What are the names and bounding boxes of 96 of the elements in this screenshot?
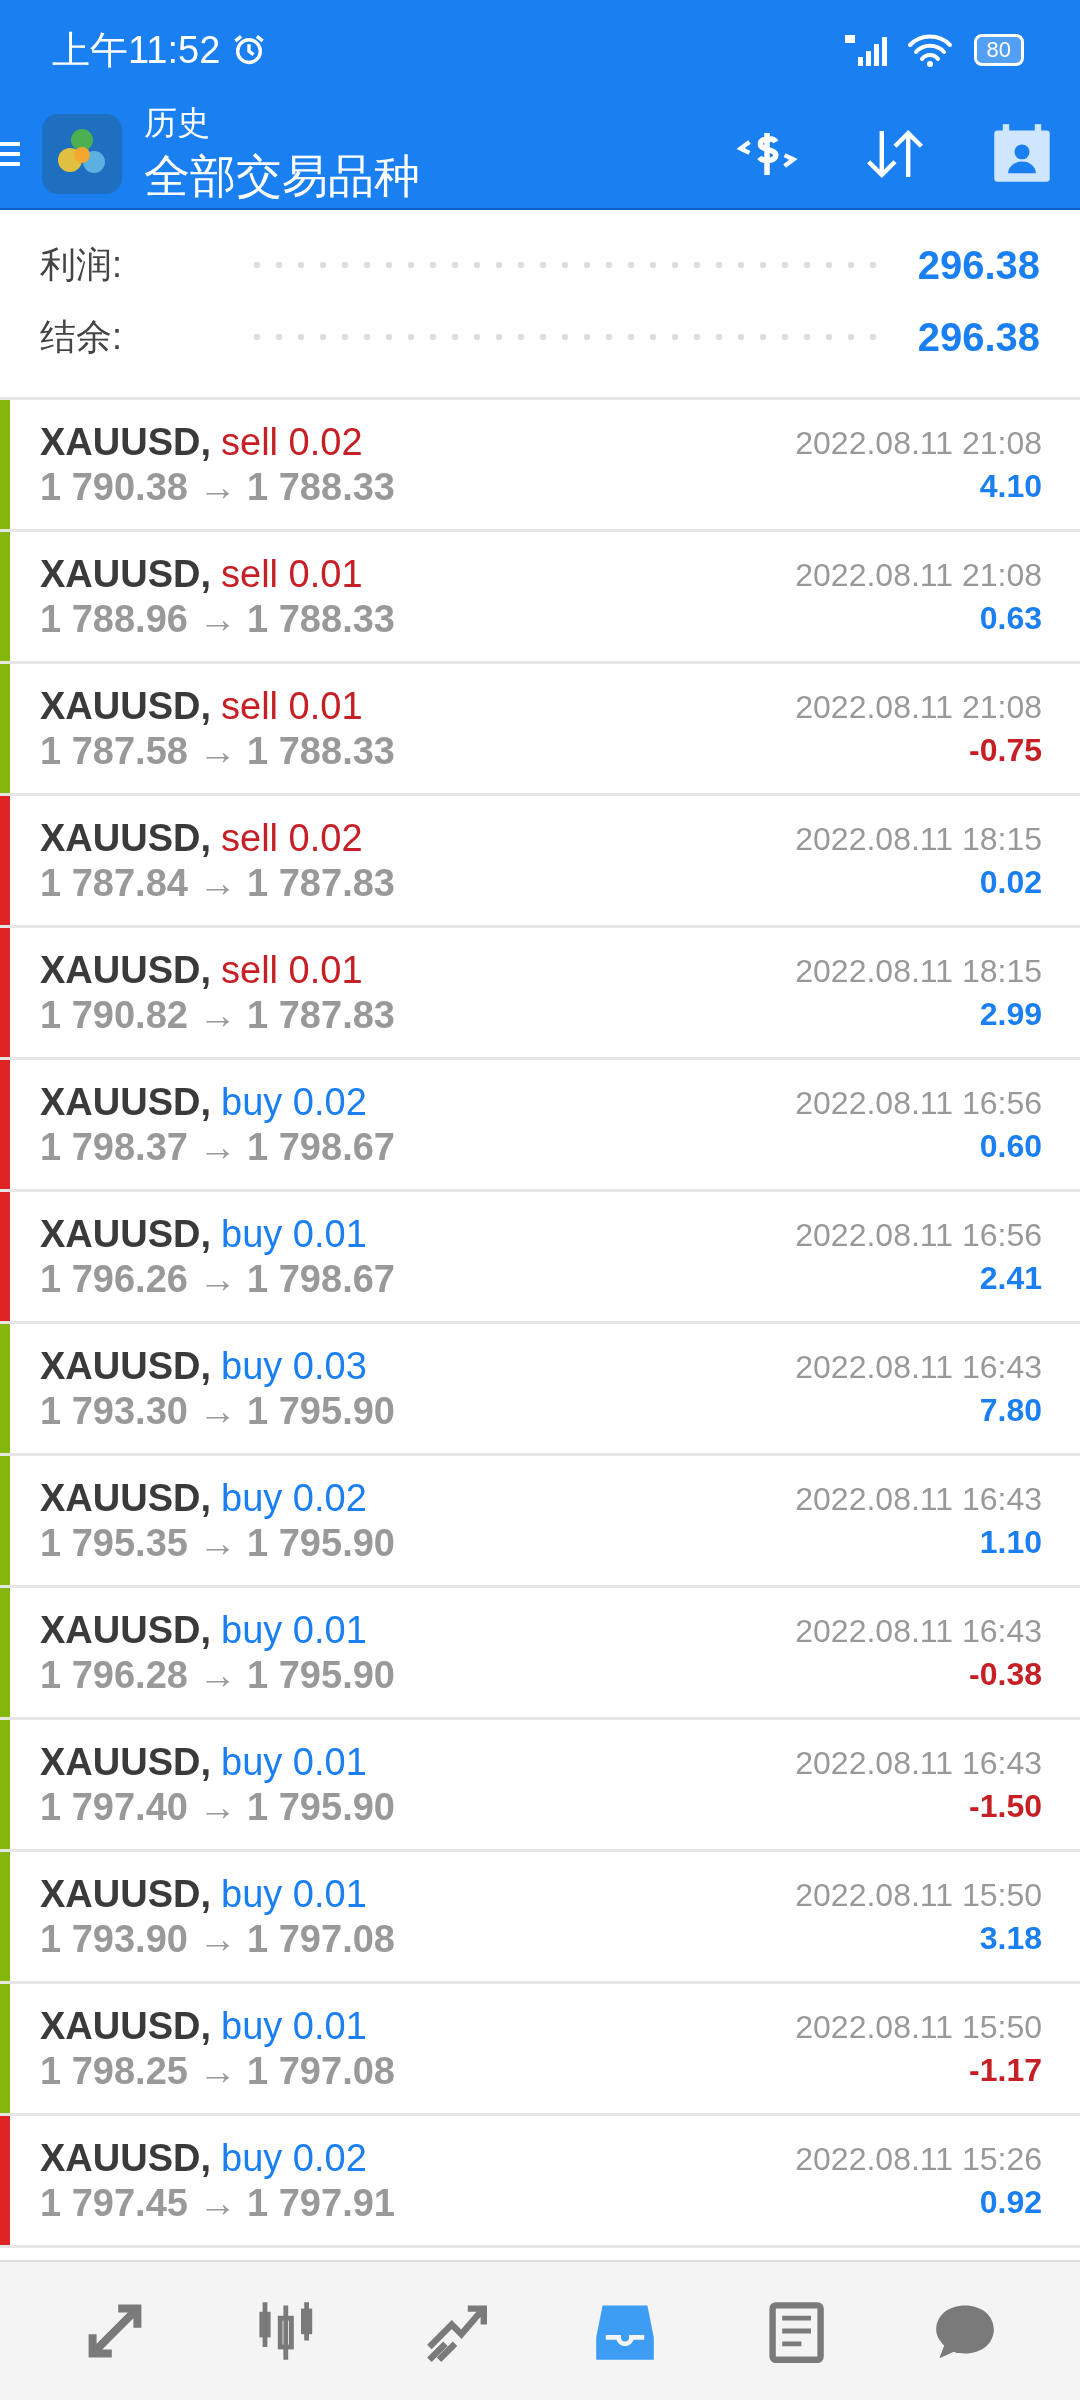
symbol-text: XAUUSD, xyxy=(40,2004,212,2048)
order-text: buy 0.01 xyxy=(221,2004,367,2048)
price-text: 1 797.45 → 1 797.91 xyxy=(40,2181,396,2225)
deal-time: 2022.08.11 21:08 xyxy=(795,424,1042,462)
order-text: buy 0.01 xyxy=(221,1608,367,1652)
order-text: sell 0.01 xyxy=(221,684,363,728)
deal-row[interactable]: XAUUSD, sell 0.02 1 790.38 → 1 788.33 2022.08.11 21:08 4.10 xyxy=(0,400,1080,532)
order-text: buy 0.01 xyxy=(221,1872,367,1916)
deal-time: 2022.08.11 16:43 xyxy=(795,1480,1042,1518)
app-logo-icon xyxy=(42,114,122,194)
deal-row[interactable]: XAUUSD, buy 0.01 1 798.25 → 1 797.08 2022.08.11 15:50 -1.17 xyxy=(0,1984,1080,2116)
symbol-text: XAUUSD, xyxy=(40,420,212,464)
summary-label: 利润: xyxy=(40,242,123,287)
profit-value: 0.63 xyxy=(979,599,1042,637)
price-text: 1 798.37 → 1 798.67 xyxy=(40,1125,396,1169)
deal-time: 2022.08.11 21:08 xyxy=(795,556,1042,594)
price-text: 1 793.30 → 1 795.90 xyxy=(40,1389,396,1433)
symbol-text: XAUUSD, xyxy=(40,2136,212,2180)
profit-value: 1.10 xyxy=(979,1523,1042,1561)
deal-row[interactable]: XAUUSD, buy 0.01 1 793.90 → 1 797.08 2022.08.11 15:50 3.18 xyxy=(0,1852,1080,1984)
profit-value: 0.92 xyxy=(979,2183,1042,2221)
summary-label: 结余: xyxy=(40,314,123,359)
profit-value: 0.60 xyxy=(979,1127,1042,1165)
deal-time: 2022.08.11 16:43 xyxy=(795,1348,1042,1386)
profit-value: 3.18 xyxy=(979,1919,1042,1957)
price-text: 1 797.40 → 1 795.90 xyxy=(40,1785,396,1829)
deal-row[interactable]: XAUUSD, buy 0.01 1 796.26 → 1 798.67 2022.08.11 16:56 2.41 xyxy=(0,1192,1080,1324)
price-text: 1 788.96 → 1 788.33 xyxy=(40,597,396,641)
deal-row[interactable]: XAUUSD, buy 0.02 1 795.35 → 1 795.90 2022.08.11 16:43 1.10 xyxy=(0,1456,1080,1588)
deal-row[interactable]: XAUUSD, buy 0.02 1 798.37 → 1 798.67 2022.08.11 16:56 0.60 xyxy=(0,1060,1080,1192)
symbol-text: XAUUSD, xyxy=(40,1608,212,1652)
menu-icon[interactable] xyxy=(0,139,20,169)
deal-time: 2022.08.11 18:15 xyxy=(795,952,1042,990)
symbol-text: XAUUSD, xyxy=(40,684,212,728)
order-text: buy 0.01 xyxy=(221,1740,367,1784)
symbol-text: XAUUSD, xyxy=(40,1872,212,1916)
deal-row[interactable]: XAUUSD, sell 0.02 1 787.84 → 1 787.83 2022.08.11 18:15 0.02 xyxy=(0,796,1080,928)
deal-time: 2022.08.11 15:50 xyxy=(795,2008,1042,2046)
order-text: buy 0.02 xyxy=(221,1476,367,1520)
price-text: 1 790.82 → 1 787.83 xyxy=(40,993,396,1037)
order-text: sell 0.02 xyxy=(221,420,363,464)
summary-value: 296.38 xyxy=(917,314,1040,360)
profit-value: 2.41 xyxy=(979,1259,1042,1297)
deal-time: 2022.08.11 16:56 xyxy=(795,1216,1042,1254)
price-text: 1 795.35 → 1 795.90 xyxy=(40,1521,396,1565)
status-time: 上午11:52 xyxy=(52,27,221,73)
price-text: 1 793.90 → 1 797.08 xyxy=(40,1917,396,1961)
deal-time: 2022.08.11 15:26 xyxy=(795,2140,1042,2178)
symbol-text: XAUUSD, xyxy=(40,1740,212,1784)
symbol-text: XAUUSD, xyxy=(40,1344,212,1388)
price-text: 1 790.38 → 1 788.33 xyxy=(40,465,396,509)
price-text: 1 798.25 → 1 797.08 xyxy=(40,2049,396,2093)
symbol-text: XAUUSD, xyxy=(40,948,212,992)
deal-time: 2022.08.11 16:43 xyxy=(795,1612,1042,1650)
order-text: buy 0.01 xyxy=(221,1212,367,1256)
symbol-text: XAUUSD, xyxy=(40,1080,212,1124)
order-text: buy 0.02 xyxy=(221,2136,367,2180)
profit-value: 7.80 xyxy=(979,1391,1042,1429)
price-text: 1 796.26 → 1 798.67 xyxy=(40,1257,396,1301)
deal-time: 2022.08.11 16:56 xyxy=(795,1084,1042,1122)
alarm-clock-icon xyxy=(232,33,267,67)
order-text: sell 0.01 xyxy=(221,948,363,992)
screen-title: 历史 xyxy=(144,102,211,143)
price-text: 1 787.84 → 1 787.83 xyxy=(40,861,396,905)
symbol-filter[interactable]: 全部交易品种 xyxy=(144,145,672,208)
order-text: sell 0.02 xyxy=(221,816,363,860)
deal-row[interactable]: XAUUSD, buy 0.01 1 796.28 → 1 795.90 2022.08.11 16:43 -0.38 xyxy=(0,1588,1080,1720)
deal-row[interactable]: XAUUSD, sell 0.01 1 787.58 → 1 788.33 2022.08.11 21:08 -0.75 xyxy=(0,664,1080,796)
deal-row[interactable]: XAUUSD, sell 0.01 1 790.82 → 1 787.83 2022.08.11 18:15 2.99 xyxy=(0,928,1080,1060)
deal-row[interactable]: XAUUSD, buy 0.01 1 797.40 → 1 795.90 2022.08.11 16:43 -1.50 xyxy=(0,1720,1080,1852)
profit-value: -0.75 xyxy=(969,731,1042,769)
deal-row[interactable]: XAUUSD, buy 0.03 1 793.30 → 1 795.90 2022.08.11 16:43 7.80 xyxy=(0,1324,1080,1456)
profit-value: -0.38 xyxy=(969,1655,1042,1693)
profit-value: 4.10 xyxy=(979,467,1042,505)
price-text: 1 787.58 → 1 788.33 xyxy=(40,729,396,773)
order-text: buy 0.02 xyxy=(221,1080,367,1124)
deal-time: 2022.08.11 16:43 xyxy=(795,1744,1042,1782)
summary-value: 296.38 xyxy=(917,242,1040,288)
profit-value: -1.17 xyxy=(969,2051,1042,2089)
battery-icon: 80 xyxy=(973,34,1024,66)
deal-time: 2022.08.11 15:50 xyxy=(795,1876,1042,1914)
deal-row[interactable]: XAUUSD, sell 0.01 1 788.96 → 1 788.33 2022.08.11 21:08 0.63 xyxy=(0,532,1080,664)
symbol-text: XAUUSD, xyxy=(40,816,212,860)
symbol-text: XAUUSD, xyxy=(40,1212,212,1256)
order-text: sell 0.01 xyxy=(221,552,363,596)
profit-value: 2.99 xyxy=(979,995,1042,1033)
deal-row[interactable]: XAUUSD, buy 0.02 1 797.45 → 1 797.91 2022.08.11 15:26 0.92 xyxy=(0,2116,1080,2248)
profit-value: -1.50 xyxy=(969,1787,1042,1825)
order-text: buy 0.03 xyxy=(221,1344,367,1388)
profit-value: 0.02 xyxy=(979,863,1042,901)
symbol-text: XAUUSD, xyxy=(40,552,212,596)
wifi-icon xyxy=(905,32,954,68)
price-text: 1 796.28 → 1 795.90 xyxy=(40,1653,396,1697)
deal-time: 2022.08.11 21:08 xyxy=(795,688,1042,726)
symbol-text: XAUUSD, xyxy=(40,1476,212,1520)
deal-time: 2022.08.11 18:15 xyxy=(795,820,1042,858)
